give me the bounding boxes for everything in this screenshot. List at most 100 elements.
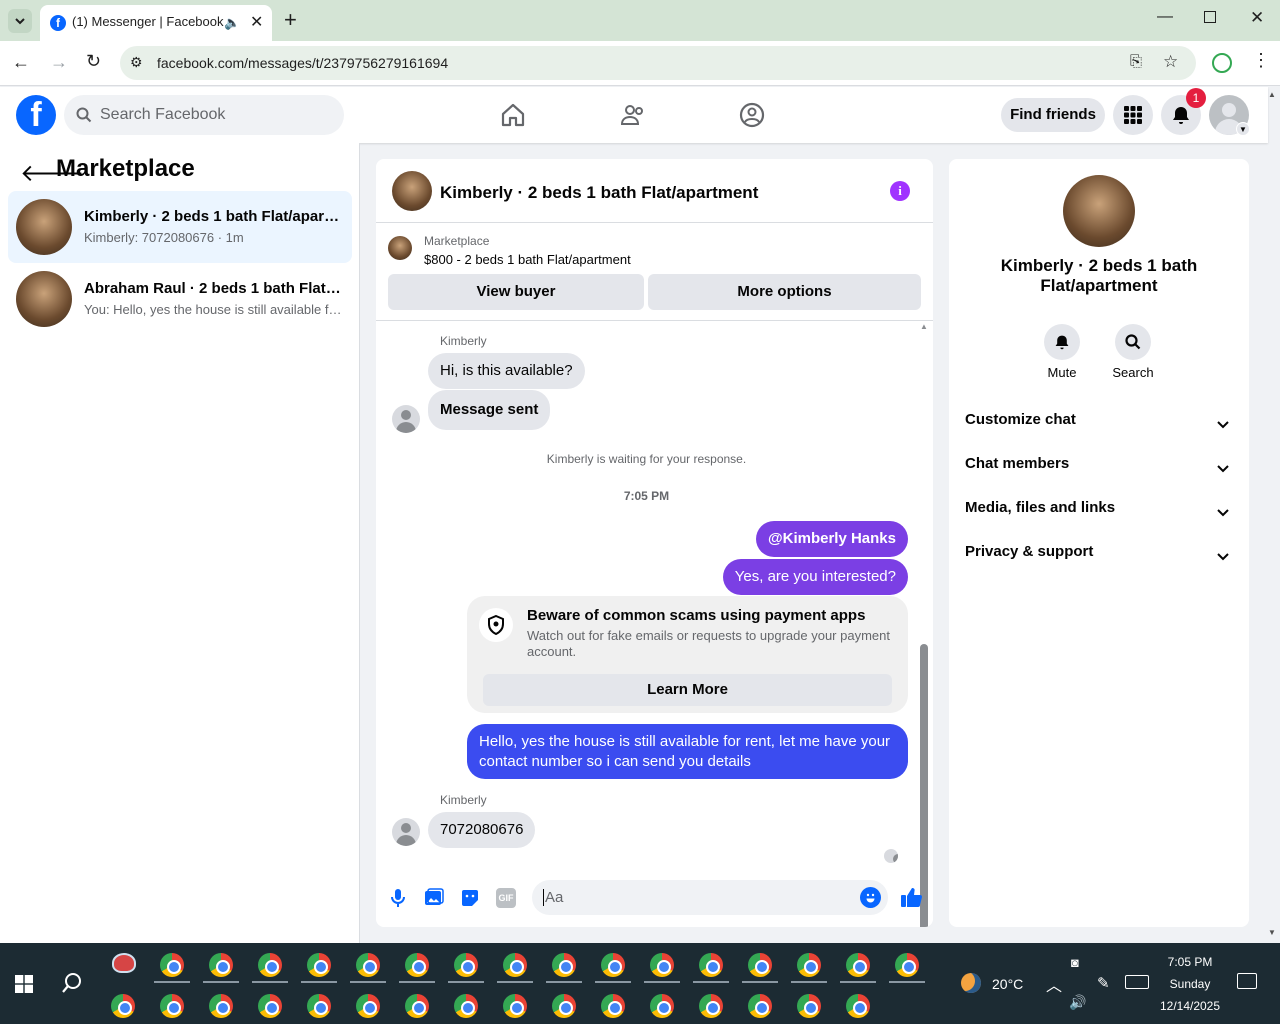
page-scroll-down-icon[interactable]: ▼ — [1268, 928, 1276, 937]
minimize-button[interactable]: — — [1157, 8, 1173, 26]
chrome-taskbar-icon[interactable] — [356, 953, 380, 977]
chrome-taskbar-icon[interactable] — [552, 953, 576, 977]
chrome-taskbar-icon[interactable] — [601, 994, 625, 1018]
chrome-taskbar-icon[interactable] — [699, 994, 723, 1018]
info-icon[interactable]: i — [890, 181, 910, 201]
conversation-item-kimberly[interactable]: Kimberly · 2 beds 1 bath Flat/apartment … — [8, 191, 352, 263]
chrome-taskbar-icon[interactable] — [209, 953, 233, 977]
search-facebook-input[interactable]: Search Facebook — [64, 95, 344, 135]
chat-avatar[interactable] — [392, 171, 432, 211]
scrollbar-thumb[interactable] — [920, 644, 928, 927]
menu-button[interactable] — [1113, 95, 1153, 135]
listing-detail[interactable]: $800 - 2 beds 1 bath Flat/apartment — [424, 252, 631, 267]
clock-day[interactable]: Sunday — [1160, 977, 1220, 991]
tab-search-button[interactable] — [8, 9, 32, 33]
chrome-taskbar-icon[interactable] — [650, 994, 674, 1018]
customize-chat-section[interactable]: Customize chat — [965, 411, 1233, 447]
paint-app-icon[interactable] — [112, 953, 136, 973]
sender-avatar[interactable] — [392, 818, 420, 846]
mute-button[interactable] — [1044, 324, 1080, 360]
notification-center-icon[interactable] — [1237, 973, 1257, 989]
outgoing-message[interactable]: Yes, are you interested? — [722, 559, 908, 595]
chrome-taskbar-icon[interactable] — [748, 994, 772, 1018]
bookmark-star-icon[interactable]: ☆ — [1163, 52, 1178, 72]
profile-icon[interactable] — [1212, 53, 1232, 73]
friends-icon[interactable] — [620, 102, 646, 128]
more-options-button[interactable]: More options — [648, 274, 921, 310]
close-tab-icon[interactable]: ✕ — [250, 12, 263, 32]
chrome-taskbar-icon[interactable] — [454, 953, 478, 977]
view-buyer-button[interactable]: View buyer — [388, 274, 644, 310]
weather-icon[interactable] — [961, 973, 981, 993]
keyboard-icon[interactable] — [1125, 975, 1149, 989]
pen-icon[interactable]: ✎ — [1097, 974, 1110, 992]
address-bar[interactable]: ⚙ facebook.com/messages/t/23797562791616… — [120, 46, 1196, 80]
chrome-taskbar-icon[interactable] — [160, 994, 184, 1018]
menu-kebab-icon[interactable]: ⋮ — [1252, 50, 1270, 71]
microphone-icon[interactable] — [390, 888, 406, 908]
windows-start-icon[interactable] — [15, 975, 33, 993]
forward-button[interactable]: → — [50, 52, 68, 73]
account-chevron-icon[interactable]: ▼ — [1236, 122, 1250, 136]
message-input[interactable]: Aa — [532, 880, 888, 915]
groups-icon[interactable] — [739, 102, 765, 128]
page-scroll-up-icon[interactable]: ▲ — [1268, 90, 1276, 99]
clock-time[interactable]: 7:05 PM — [1160, 955, 1220, 969]
speaker-icon[interactable]: 🔈 — [224, 15, 240, 31]
restore-button[interactable] — [1204, 11, 1216, 23]
chat-title[interactable]: Kimberly · 2 beds 1 bath Flat/apartment — [440, 183, 758, 203]
chrome-taskbar-icon[interactable] — [699, 953, 723, 977]
sender-avatar[interactable] — [392, 405, 420, 433]
chrome-taskbar-icon[interactable] — [503, 994, 527, 1018]
meet-now-icon[interactable]: ◙ — [1071, 955, 1079, 970]
site-info-icon[interactable]: ⚙ — [130, 54, 143, 71]
chat-members-section[interactable]: Chat members — [965, 455, 1233, 491]
chrome-taskbar-icon[interactable] — [209, 994, 233, 1018]
gif-icon[interactable]: GIF — [496, 888, 516, 908]
emoji-icon[interactable] — [860, 887, 881, 908]
chrome-taskbar-icon[interactable] — [846, 994, 870, 1018]
message-sent-card[interactable]: Message sent — [428, 390, 551, 430]
incoming-message[interactable]: Hi, is this available? — [428, 353, 585, 389]
privacy-support-section[interactable]: Privacy & support — [965, 543, 1233, 579]
thumbs-up-icon[interactable] — [900, 886, 922, 908]
chrome-taskbar-icon[interactable] — [258, 953, 282, 977]
chrome-taskbar-icon[interactable] — [405, 953, 429, 977]
facebook-logo[interactable]: f — [16, 95, 56, 135]
chrome-taskbar-icon[interactable] — [454, 994, 478, 1018]
chrome-taskbar-icon[interactable] — [650, 953, 674, 977]
scrollbar[interactable]: ▲ ▼ — [920, 322, 930, 927]
chrome-taskbar-icon[interactable] — [111, 994, 135, 1018]
new-tab-button[interactable]: + — [284, 7, 297, 33]
chrome-taskbar-icon[interactable] — [356, 994, 380, 1018]
chrome-taskbar-icon[interactable] — [307, 994, 331, 1018]
chrome-taskbar-icon[interactable] — [895, 953, 919, 977]
chrome-taskbar-icon[interactable] — [503, 953, 527, 977]
home-icon[interactable] — [500, 102, 526, 128]
chrome-taskbar-icon[interactable] — [160, 953, 184, 977]
clock-date[interactable]: 12/14/2025 — [1155, 999, 1225, 1013]
search-conversation-button[interactable] — [1115, 324, 1151, 360]
back-button[interactable]: ← — [12, 52, 30, 73]
chrome-taskbar-icon[interactable] — [405, 994, 429, 1018]
chrome-taskbar-icon[interactable] — [307, 953, 331, 977]
learn-more-button[interactable]: Learn More — [483, 674, 892, 706]
media-files-links-section[interactable]: Media, files and links — [965, 499, 1233, 535]
taskbar-search-icon[interactable] — [61, 972, 83, 994]
active-tab[interactable]: f (1) Messenger | Facebook 🔈 ✕ — [40, 5, 272, 41]
scroll-up-icon[interactable]: ▲ — [920, 322, 928, 331]
close-window-button[interactable]: ✕ — [1250, 8, 1264, 28]
incoming-message[interactable]: 7072080676 — [428, 812, 536, 848]
reload-button[interactable]: ↻ — [86, 51, 101, 72]
install-app-icon[interactable]: ⎘ — [1130, 53, 1142, 70]
chrome-taskbar-icon[interactable] — [258, 994, 282, 1018]
chrome-taskbar-icon[interactable] — [552, 994, 576, 1018]
conversation-item-abraham[interactable]: Abraham Raul · 2 beds 1 bath Flat/apartm… — [8, 263, 352, 335]
outgoing-message[interactable]: @Kimberly Hanks — [755, 521, 908, 557]
outgoing-message[interactable]: Hello, yes the house is still available … — [467, 724, 908, 779]
weather-temp[interactable]: 20°C — [992, 976, 1023, 992]
volume-icon[interactable]: 🔊 — [1069, 994, 1086, 1011]
chrome-taskbar-icon[interactable] — [748, 953, 772, 977]
photo-icon[interactable] — [424, 888, 444, 908]
tray-expand-icon[interactable]: ︿ — [1046, 972, 1062, 996]
